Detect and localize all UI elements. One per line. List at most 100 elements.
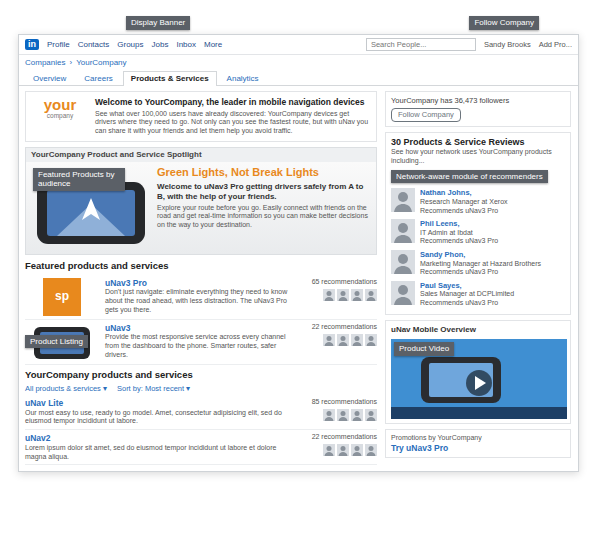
display-banner[interactable]: your company Welcome to YourCompany, the… [25,91,377,142]
product-item[interactable]: Product ListinguNav3Provide the most res… [25,320,377,365]
person-icon [365,409,377,421]
product-body: uNav2Lorem ipsum dolor sit amet, sed do … [25,433,297,461]
promotions-title: Promotions by YourCompany [391,434,565,443]
recommender-info: Sandy Phon,Marketing Manager at Hazard B… [420,250,541,277]
spotlight-image[interactable]: Featured Products by audience [31,166,151,250]
page-tab[interactable]: Careers [76,71,120,86]
callout-slot: Display Banner [126,16,190,30]
person-icon [351,409,363,421]
product-item[interactable]: spuNav3 ProDon't just navigate: eliminat… [25,275,377,320]
product-item[interactable]: uNav2Lorem ipsum dolor sit amet, sed do … [25,430,377,465]
nav-link-item[interactable]: Jobs [152,40,169,50]
spotlight-copy: Green Lights, Not Break Lights Welcome t… [157,166,371,250]
recommender-avatars [303,444,377,456]
recommender-info: Paul Sayes,Sales Manager at DCPLimitedRe… [420,281,514,308]
recommendation-count[interactable]: 85 recommendations [303,398,377,407]
person-icon [391,219,415,243]
nav-link-item[interactable]: Profile [47,40,70,50]
company-logo: your company [31,97,89,136]
search-field[interactable] [366,38,476,51]
product-name[interactable]: uNav Lite [25,398,297,409]
recommendation-count[interactable]: 22 recommendations [303,433,377,442]
person-icon [391,188,415,212]
recommendations[interactable]: 65 recommendations [303,278,377,316]
person-icon [365,444,377,456]
featured-title: Featured products and services [25,260,377,272]
product-name[interactable]: uNav2 [25,433,297,444]
recommendations[interactable]: 85 recommendations [303,398,377,426]
recommendation-count[interactable]: 22 recommendations [303,323,377,332]
product-body: uNav3Provide the most responsive service… [105,323,297,361]
page-tab[interactable]: Overview [25,71,74,86]
recommender-name[interactable]: Sandy Phon, [420,250,541,259]
sort-dropdown[interactable]: Sort by: Most recent ▾ [117,384,190,393]
person-icon [391,281,415,305]
product-video[interactable]: Product Video [391,339,567,419]
person-icon [337,334,349,346]
recommendations[interactable]: 22 recommendations [303,323,377,361]
person-icon [323,409,335,421]
page-tab[interactable]: Analytics [219,71,267,86]
recommender-name[interactable]: Phil Leens, [420,219,498,228]
main-nav: Profile Contacts Groups Jobs Inbox More [47,40,222,50]
spotlight-title: YourCompany Product and Service Spotligh… [26,148,376,162]
breadcrumb-separator: › [69,58,72,68]
person-icon [365,289,377,301]
product-body: uNav LiteOur most easy to use, ready to … [25,398,297,426]
recommender-role: Research Manager at Xerox [420,198,508,207]
person-icon [323,334,335,346]
logo[interactable]: in [25,39,39,50]
product-thumbnail[interactable]: Product Listing [25,323,99,361]
breadcrumb-item[interactable]: Companies [25,58,65,68]
video-box: uNav Mobile Overview Product Video [385,320,571,424]
recommender-name[interactable]: Nathan Johns, [420,188,508,197]
person-icon [337,409,349,421]
filter-dropdown[interactable]: All products & services ▾ [25,384,107,393]
add-profile-link[interactable]: Add Pro... [539,40,572,49]
logo-text: your [31,97,89,112]
callout-slot: Follow Company [469,16,539,30]
product-item[interactable]: uNav LiteOur most easy to use, ready to … [25,395,377,430]
product-body: uNav3 ProDon't just navigate: eliminate … [105,278,297,316]
product-name[interactable]: uNav3 [105,323,297,334]
recommender-name[interactable]: Paul Sayes, [420,281,514,290]
content: your company Welcome to YourCompany, the… [19,86,578,471]
recommender-avatars [303,289,377,301]
top-bar: in Profile Contacts Groups Jobs Inbox More Sa… [19,35,578,55]
product-name[interactable]: uNav3 Pro [105,278,297,289]
promotion-link[interactable]: Try uNav3 Pro [391,443,565,454]
nav-link-item[interactable]: Contacts [78,40,110,50]
banner-text: See what over 100,000 users have already… [95,110,371,136]
recommender[interactable]: Phil Leens,IT Admin at IbdatRecommends u… [391,217,565,248]
recommended-product: Recommends uNav3 Pro [420,268,541,277]
recommender-avatars [303,409,377,421]
spotlight-headline: Green Lights, Not Break Lights [157,166,371,180]
recommendations[interactable]: 22 recommendations [303,433,377,461]
product-description: Provide the most responsive service acro… [105,333,297,359]
callout-slot: Network-aware module of recommenders [391,166,565,187]
product-description: Lorem ipsum dolor sit amet, sed do eiusm… [25,444,297,462]
callout-label: Display Banner [126,16,190,30]
follow-box: YourCompany has 36,473 followers Follow … [385,91,571,127]
breadcrumb-item[interactable]: YourCompany [76,58,126,68]
recommender-role: IT Admin at Ibdat [420,229,498,238]
product-thumbnail[interactable]: sp [25,278,99,316]
callout-row: Display Banner Follow Company [18,4,579,34]
product-description: Our most easy to use, ready to go model.… [25,409,297,427]
recommender[interactable]: Paul Sayes,Sales Manager at DCPLimitedRe… [391,279,565,310]
recommended-product: Recommends uNav3 Pro [420,207,508,216]
recommendation-count[interactable]: 65 recommendations [303,278,377,287]
featured-list: spuNav3 ProDon't just navigate: eliminat… [25,275,377,365]
user-name[interactable]: Sandy Brooks [484,40,531,49]
recommender[interactable]: Nathan Johns,Research Manager at XeroxRe… [391,186,565,217]
follow-button[interactable]: Follow Company [391,108,461,122]
spotlight-body: Featured Products by audience Green Ligh… [26,162,376,254]
nav-link-item[interactable]: Groups [117,40,143,50]
page-tab[interactable]: Products & Services [123,71,217,86]
nav-link-item[interactable]: More [204,40,222,50]
product-description: Don't just navigate: eliminate everythin… [105,288,297,314]
recommender-role: Marketing Manager at Hazard Brothers [420,260,541,269]
nav-link-item[interactable]: Inbox [176,40,196,50]
person-icon [337,444,349,456]
recommender[interactable]: Sandy Phon,Marketing Manager at Hazard B… [391,248,565,279]
